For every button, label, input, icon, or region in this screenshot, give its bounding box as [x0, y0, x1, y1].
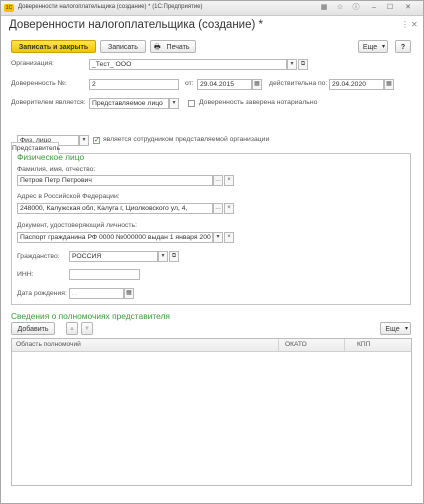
organization-dropdown-icon[interactable]: ▾ — [287, 59, 297, 70]
notary-label: Доверенность заверена нотариально — [199, 99, 318, 106]
date-from-field[interactable]: 29.04.2015 — [197, 79, 252, 90]
valid-until-label: действительна по: — [269, 80, 328, 87]
form-more-icon[interactable]: ⋮ — [401, 20, 409, 29]
form-close-icon[interactable]: ✕ — [411, 20, 418, 29]
fio-field[interactable]: Петров Петр Петрович — [17, 175, 213, 186]
powers-section-title: Сведения о полномочиях представителя — [11, 311, 170, 321]
move-down-button[interactable]: ▼ — [81, 322, 93, 335]
document-dropdown-icon[interactable]: ▾ — [213, 232, 223, 243]
print-button-label: Печать — [166, 44, 190, 51]
rep-type-dropdown-icon[interactable]: ▾ — [79, 135, 89, 146]
printer-icon: 🖶 — [154, 44, 161, 51]
number-label: Доверенность №: — [11, 80, 67, 87]
calendar-icon[interactable]: ▦ — [384, 79, 394, 90]
powers-more-label: Еще — [385, 326, 400, 333]
calendar-icon[interactable]: ▦ — [252, 79, 262, 90]
window-title: Доверенности налогоплательщика (создание… — [18, 4, 203, 10]
birthdate-label: Дата рождения: — [17, 290, 67, 297]
save-and-close-button[interactable]: Записать и закрыть — [11, 40, 96, 53]
chevron-down-icon: ▾ — [404, 326, 408, 332]
help-button[interactable]: ? — [395, 40, 411, 53]
trustor-select[interactable]: Представляемое лицо — [89, 98, 169, 109]
move-up-button[interactable]: ▲ — [66, 322, 78, 335]
column-header-kpp[interactable]: КПП — [344, 339, 411, 351]
window-menu-icon[interactable]: ▦ — [319, 3, 329, 12]
address-label: Адрес в Российской Федерации: — [17, 193, 120, 200]
tab-representative[interactable]: Представитель — [11, 142, 60, 154]
app-logo-icon: 1С — [4, 4, 14, 12]
document-clear-icon[interactable]: × — [224, 232, 234, 243]
chevron-down-icon: ▾ — [381, 44, 385, 50]
trustor-dropdown-icon[interactable]: ▾ — [169, 98, 179, 109]
valid-until-field[interactable]: 29.04.2020 — [329, 79, 384, 90]
window: 1С Доверенности налогоплательщика (созда… — [0, 0, 424, 504]
organization-field[interactable]: _Тест_ ООО — [89, 59, 287, 70]
close-window-icon[interactable]: ✕ — [403, 3, 413, 12]
address-select-icon[interactable]: … — [213, 203, 223, 214]
save-button[interactable]: Записать — [100, 40, 146, 53]
fio-select-icon[interactable]: … — [213, 175, 223, 186]
citizenship-label: Гражданство: — [17, 253, 60, 260]
employee-checkbox[interactable]: ✓ — [93, 137, 100, 144]
organization-label: Организация: — [11, 60, 54, 67]
document-label: Документ, удостоверяющий личность: — [17, 222, 137, 229]
table-header: Область полномочий ОКАТО КПП — [12, 339, 411, 352]
print-button[interactable]: 🖶 Печать — [150, 40, 196, 53]
address-clear-icon[interactable]: × — [224, 203, 234, 214]
powers-table[interactable]: Область полномочий ОКАТО КПП — [11, 338, 412, 486]
inn-field[interactable] — [69, 269, 140, 280]
powers-more-button[interactable]: Еще ▾ — [380, 322, 411, 335]
number-field[interactable]: 2 — [89, 79, 179, 90]
inn-label: ИНН: — [17, 271, 34, 278]
citizenship-dropdown-icon[interactable]: ▾ — [158, 251, 168, 262]
column-header-area[interactable]: Область полномочий — [16, 339, 278, 351]
column-header-okato[interactable]: ОКАТО — [278, 339, 344, 351]
calendar-icon[interactable]: ▦ — [124, 288, 134, 299]
organization-open-icon[interactable]: ⧉ — [298, 59, 308, 70]
star-icon[interactable]: ☆ — [335, 3, 345, 12]
address-field[interactable]: 248000, Калужская обл, Калуга г, Циолков… — [17, 203, 213, 214]
fio-clear-icon[interactable]: × — [224, 175, 234, 186]
maximize-icon[interactable]: ☐ — [385, 3, 395, 12]
employee-label: является сотрудником представляемой орга… — [103, 136, 270, 143]
citizenship-field[interactable]: РОССИЯ — [69, 251, 158, 262]
info-icon[interactable]: ⓘ — [351, 3, 361, 12]
title-bar: 1С Доверенности налогоплательщика (созда… — [1, 1, 423, 16]
trustor-label: Доверителем является: — [11, 99, 86, 106]
more-button-label: Еще — [362, 44, 378, 51]
minimize-icon[interactable]: – — [369, 3, 379, 12]
date-from-label: от: — [185, 80, 194, 87]
page-title: Доверенности налогоплательщика (создание… — [9, 19, 263, 31]
more-button[interactable]: Еще ▾ — [358, 40, 388, 53]
citizenship-open-icon[interactable]: ⧉ — [169, 251, 179, 262]
add-button[interactable]: Добавить — [11, 322, 55, 335]
fio-label: Фамилия, имя, отчество: — [17, 166, 96, 173]
notary-checkbox[interactable] — [188, 100, 195, 107]
document-field[interactable]: Паспорт гражданина РФ 0000 №000000 выдан… — [17, 232, 213, 243]
birthdate-field[interactable]: . . — [69, 288, 124, 299]
